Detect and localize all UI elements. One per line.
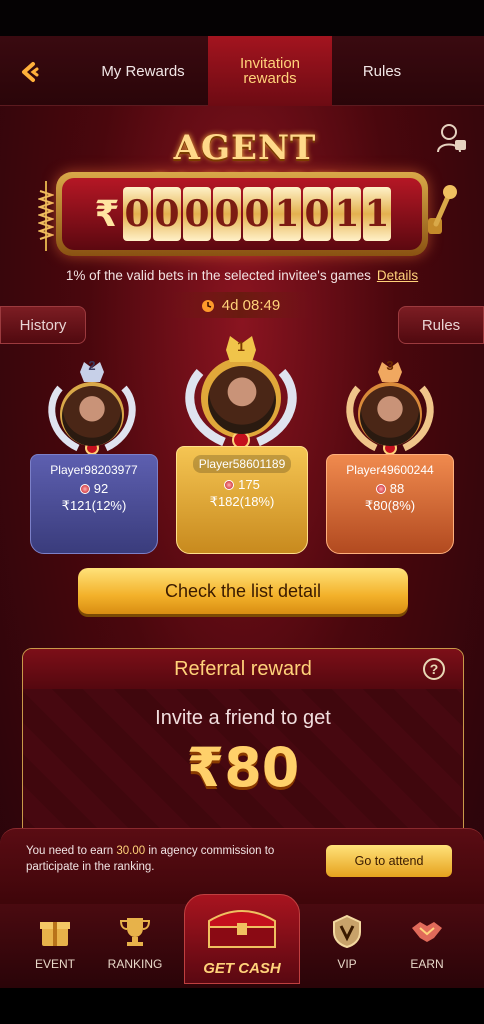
app-screen: My Rewards Invitation rewards Rules AGENT…	[0, 36, 484, 988]
podium-card-rank-1: Player58601189 175 ₹182(18%)	[176, 446, 308, 554]
podium-card-rank-2: Player98203977 92 ₹121(12%)	[30, 454, 158, 554]
rules-side-button[interactable]: Rules	[398, 306, 484, 344]
jackpot-spring-icon	[38, 181, 54, 251]
referral-reward-panel: Referral reward ? Invite a friend to get…	[22, 648, 464, 848]
avatar-rank-2	[62, 386, 122, 446]
nav-event[interactable]: EVENT	[20, 914, 90, 971]
notice-text: You need to earn 30.00 in agency commiss…	[26, 845, 275, 873]
rank-1-label: 1	[237, 338, 245, 354]
jackpot-digit: 0	[153, 187, 181, 241]
referral-amount: ₹80	[186, 736, 300, 799]
jackpot-digit: 1	[333, 187, 361, 241]
nav-vip[interactable]: VIP	[312, 914, 382, 971]
tab-rules[interactable]: Rules	[332, 36, 432, 106]
history-button[interactable]: History	[0, 306, 86, 344]
back-button[interactable]	[14, 56, 46, 88]
nav-earn[interactable]: EARN	[392, 914, 462, 971]
rank-3-label: 3	[386, 358, 394, 373]
player-name: Player58601189	[192, 455, 292, 473]
avatar-rank-1	[208, 366, 276, 434]
go-to-attend-button[interactable]: Go to attend	[326, 845, 452, 877]
treasure-chest-icon	[208, 910, 276, 948]
gift-icon	[40, 922, 70, 946]
rank-2-label: 2	[88, 358, 96, 373]
jackpot-digit: 0	[183, 187, 211, 241]
nav-get-cash[interactable]: GET CASH	[184, 894, 300, 984]
countdown-timer: 4d 08:49	[170, 292, 310, 318]
points-gem-icon	[79, 483, 90, 494]
status-bar	[0, 0, 484, 36]
system-bottom-bar	[0, 988, 484, 1024]
referral-subtitle: Invite a friend to get	[155, 707, 331, 729]
tab-my-rewards[interactable]: My Rewards	[80, 36, 206, 106]
jackpot-digit: 1	[363, 187, 391, 241]
jackpot-description: 1% of the valid bets in the selected inv…	[65, 268, 419, 283]
jackpot-currency: ₹	[94, 193, 120, 235]
podium-card-rank-3: Player49600244 88 ₹80(8%)	[326, 454, 454, 554]
nav-ranking[interactable]: RANKING	[100, 914, 170, 971]
player-name: Player49600244	[346, 463, 434, 477]
jackpot-digit: 0	[123, 187, 151, 241]
back-arrow-icon	[22, 62, 39, 82]
jackpot-counter: ₹ 0 0 0 0 0 1 0 1 1	[56, 172, 428, 256]
referral-header: Referral reward ?	[23, 649, 463, 689]
tab-invitation-rewards[interactable]: Invitation rewards	[208, 36, 332, 106]
points-gem-icon	[375, 483, 386, 494]
check-list-detail-button[interactable]: Check the list detail	[78, 568, 408, 614]
avatar-rank-3	[360, 386, 420, 446]
help-icon[interactable]: ?	[423, 658, 445, 680]
alarm-clock-icon	[201, 300, 214, 312]
slot-lever-icon	[428, 185, 457, 234]
jackpot-digit: 0	[213, 187, 241, 241]
player-name: Player98203977	[50, 463, 138, 477]
bottom-navigation: EVENT RANKING GET CASH VIP EARN	[0, 894, 484, 988]
tab-bar: My Rewards Invitation rewards Rules	[0, 36, 484, 106]
trophy-icon	[119, 918, 151, 946]
handshake-icon	[412, 922, 442, 942]
points-gem-icon	[224, 479, 235, 490]
jackpot-digit: 1	[273, 187, 301, 241]
vip-shield-icon	[333, 914, 361, 949]
jackpot-digit: 0	[303, 187, 331, 241]
details-link[interactable]: Details	[377, 268, 418, 283]
agent-profile-icon[interactable]	[436, 122, 468, 156]
jackpot-digit: 0	[243, 187, 271, 241]
